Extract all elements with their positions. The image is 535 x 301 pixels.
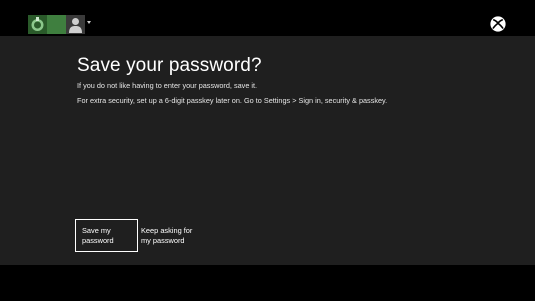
save-password-label-1: Save my [82, 226, 111, 235]
xbox-logo-svg [490, 16, 506, 32]
page-title: Save your password? [77, 55, 262, 76]
keep-asking-label-1: Keep asking for [141, 226, 193, 235]
bottom-bar [0, 265, 535, 301]
xbox-avatar-icon-svg [31, 17, 44, 31]
description-line-2: For extra security, set up a 6-digit pas… [77, 96, 388, 105]
chevron-down-icon[interactable] [87, 21, 91, 24]
top-bar [0, 0, 535, 36]
save-password-button[interactable]: Save my password [75, 219, 138, 252]
person-silhouette-icon[interactable] [66, 15, 85, 34]
description-line-1: If you do not like having to enter your … [77, 81, 258, 90]
xbox-avatar-icon[interactable] [28, 15, 47, 34]
keep-asking-label-2: my password [141, 236, 185, 245]
gamerpic-icon[interactable] [47, 15, 66, 34]
person-silhouette-svg [69, 18, 82, 33]
save-password-label-2: password [82, 236, 114, 245]
keep-asking-button[interactable]: Keep asking for my password [137, 220, 197, 251]
xbox-logo-icon [490, 16, 506, 32]
